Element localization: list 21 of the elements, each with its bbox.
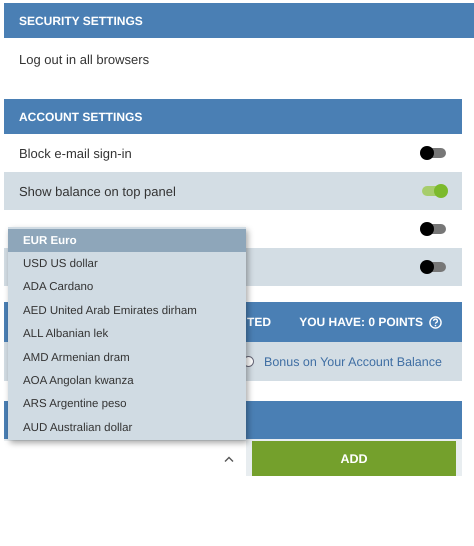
- section-header: SECURITY SETTINGS: [4, 3, 474, 38]
- toggle-switch[interactable]: [422, 224, 446, 234]
- toggle-switch[interactable]: [422, 262, 446, 272]
- points-balance: YOU HAVE: 0 POINTS: [299, 315, 423, 329]
- help-icon[interactable]: [429, 316, 442, 328]
- toggle-switch[interactable]: [422, 148, 446, 158]
- dropdown-item[interactable]: ADA Cardano: [8, 276, 246, 300]
- dropdown-item[interactable]: AOA Angolan kwanza: [8, 369, 246, 393]
- caret-icon: [224, 456, 234, 462]
- dropdown-item[interactable]: AED United Arab Emirates dirham: [8, 299, 246, 323]
- section-header: TED: [247, 315, 271, 329]
- dropdown-item[interactable]: ARS Argentine peso: [8, 392, 246, 416]
- dropdown-item[interactable]: AUD Australian dollar: [8, 416, 246, 440]
- setting-label: Block e-mail sign-in: [19, 146, 132, 160]
- section-header: ACCOUNT SETTINGS: [4, 99, 462, 134]
- toggle-switch[interactable]: [422, 186, 446, 196]
- option-label[interactable]: Bonus on Your Account Balance: [264, 354, 442, 368]
- setting-label: Show balance on top panel: [19, 184, 176, 198]
- setting-label[interactable]: Log out in all browsers: [19, 52, 150, 67]
- dropdown-item[interactable]: ALL Albanian lek: [8, 322, 246, 346]
- dropdown-item[interactable]: AMD Armenian dram: [8, 346, 246, 370]
